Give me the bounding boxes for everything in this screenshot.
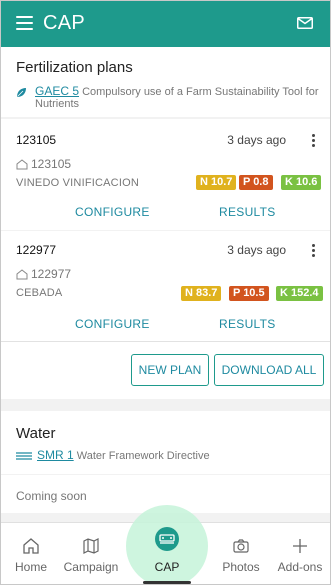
parcel-icon [16, 159, 28, 170]
nav-addons-label: Add-ons [277, 560, 323, 574]
cap-icon [155, 527, 179, 551]
nav-photos-label: Photos [222, 560, 260, 574]
camera-icon [233, 539, 249, 553]
water-header: Water SMR 1 Water Framework Directive [1, 411, 330, 474]
potassium-badge: K 152.4 [276, 286, 323, 301]
nav-addons[interactable]: Add-ons [270, 523, 330, 584]
nitrogen-badge: N 83.7 [181, 286, 222, 301]
app-frame: CAP Fertilization plans GAEC 5 Compulsor… [0, 0, 331, 585]
nav-campaign-label: Campaign [63, 560, 119, 574]
nav-home[interactable]: Home [1, 523, 61, 584]
nav-cap-label: CAP [154, 560, 180, 574]
fertilization-header: Fertilization plans GAEC 5 Compulsory us… [1, 47, 330, 117]
gaec-requirement: GAEC 5 Compulsory use of a Farm Sustaina… [35, 85, 320, 110]
configure-button[interactable]: CONFIGURE [75, 317, 150, 331]
results-button[interactable]: RESULTS [219, 317, 276, 331]
phosphorus-badge: P 0.8 [239, 175, 273, 190]
page-title: CAP [43, 12, 86, 34]
results-button[interactable]: RESULTS [219, 205, 276, 219]
bottom-navigation: Home Campaign CAP Photos Add-ons [1, 505, 330, 584]
home-icon [23, 538, 39, 554]
nav-home-label: Home [14, 560, 47, 574]
phosphorus-badge: P 10.5 [229, 286, 269, 301]
map-icon [83, 538, 99, 554]
coming-soon-text: Coming soon [16, 489, 87, 503]
new-plan-button[interactable]: NEW PLAN [131, 354, 209, 386]
potassium-badge: K 10.6 [281, 175, 322, 190]
parcel-icon [16, 269, 28, 280]
nav-campaign[interactable]: Campaign [61, 523, 121, 584]
nav-photos[interactable]: Photos [211, 523, 271, 584]
fertilization-title: Fertilization plans [16, 59, 133, 76]
more-options-icon[interactable] [312, 134, 316, 148]
crop-name: VINEDO VINIFICACION [16, 177, 139, 189]
download-all-button[interactable]: DOWNLOAD ALL [214, 354, 324, 386]
plus-icon [293, 539, 307, 553]
water-icon [16, 452, 32, 460]
parcel-id: 122977 [31, 267, 72, 281]
plan-date: 3 days ago [227, 243, 286, 257]
more-options-icon[interactable] [312, 244, 316, 258]
configure-button[interactable]: CONFIGURE [75, 205, 150, 219]
smr-requirement: SMR 1 Water Framework Directive [37, 449, 210, 462]
app-bar: CAP [1, 1, 330, 47]
mail-icon[interactable] [297, 17, 313, 29]
leaf-icon [17, 88, 26, 97]
active-tab-indicator [143, 581, 191, 584]
smr-link[interactable]: SMR 1 [37, 448, 74, 462]
plan-actions: NEW PLAN DOWNLOAD ALL [1, 341, 330, 399]
plan-card: 122977 3 days ago 122977 CEBADA N 83.7 P… [1, 231, 330, 341]
plan-card: 123105 3 days ago 123105 VINEDO VINIFICA… [1, 119, 330, 230]
crop-name: CEBADA [16, 287, 63, 299]
plan-id: 122977 [16, 243, 57, 257]
plan-id: 123105 [16, 133, 57, 147]
parcel-id: 123105 [31, 157, 72, 171]
nav-cap[interactable]: CAP [137, 523, 197, 584]
nitrogen-badge: N 10.7 [196, 175, 237, 190]
gaec-link[interactable]: GAEC 5 [35, 84, 79, 98]
plan-date: 3 days ago [227, 133, 286, 147]
water-title: Water [16, 425, 56, 442]
menu-icon[interactable] [16, 16, 33, 30]
smr-description: Water Framework Directive [76, 450, 210, 462]
